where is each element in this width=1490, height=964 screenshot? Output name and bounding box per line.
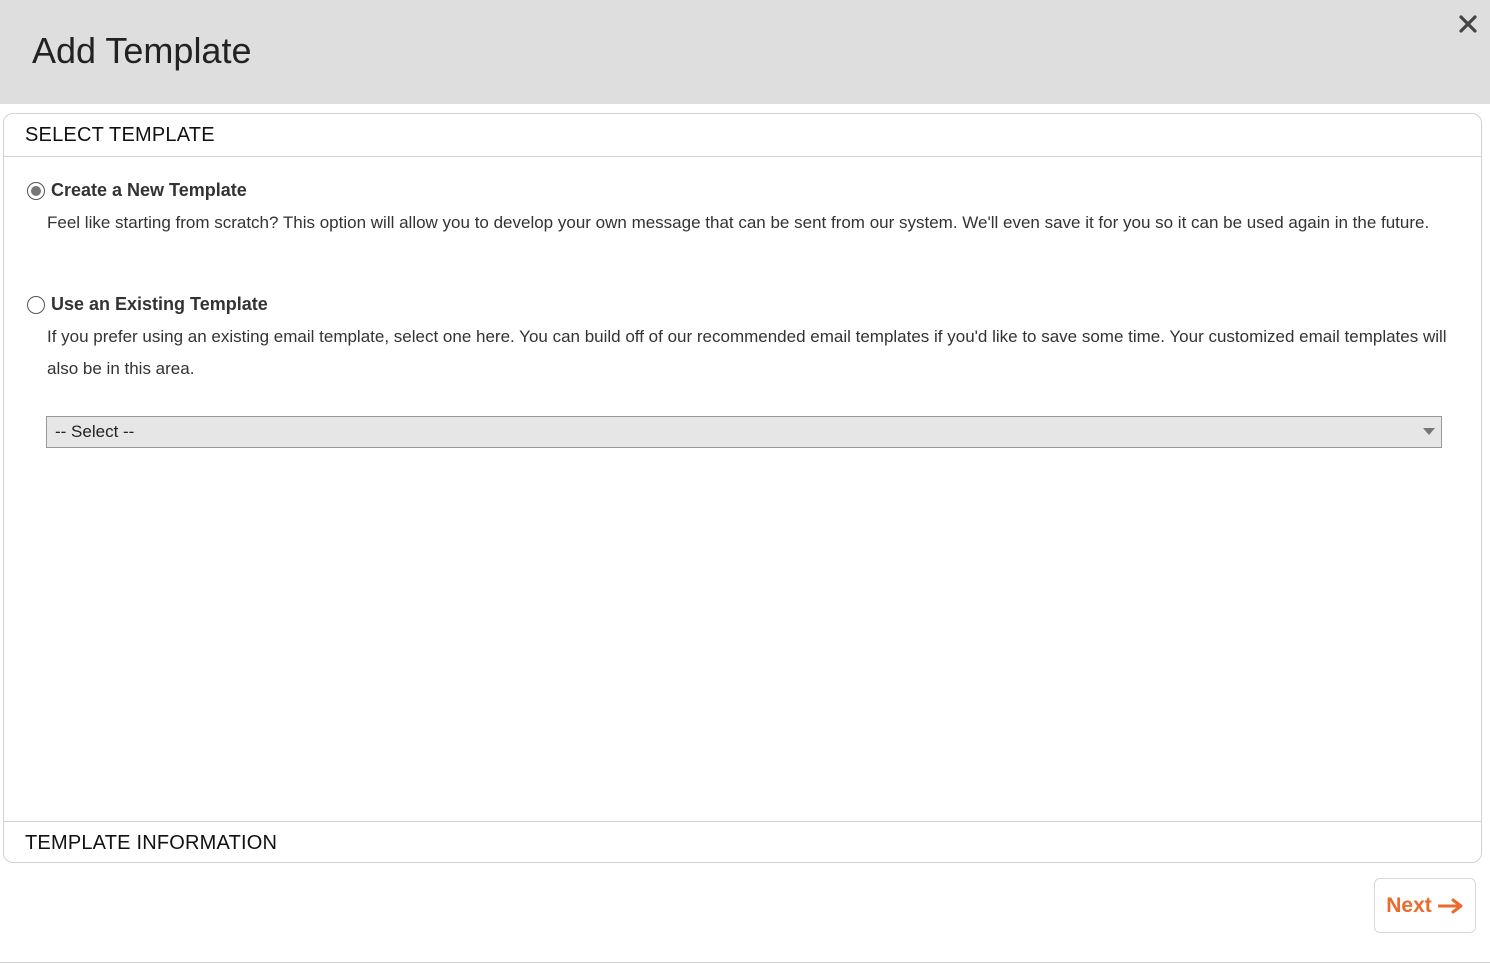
radio-use-existing[interactable] <box>27 295 45 314</box>
template-panel: SELECT TEMPLATE Create a New Template Fe… <box>3 113 1482 863</box>
template-select[interactable]: -- Select -- <box>46 416 1442 448</box>
option-use-existing-description: If you prefer using an existing email te… <box>47 327 1447 378</box>
modal-title: Add Template <box>32 30 252 71</box>
section-select-template[interactable]: SELECT TEMPLATE <box>4 114 1481 157</box>
close-button[interactable] <box>1454 10 1482 38</box>
chevron-down-icon <box>1423 428 1435 435</box>
option-use-existing: Use an Existing Template If you prefer u… <box>27 294 1467 385</box>
footer-divider <box>0 962 1490 963</box>
next-button[interactable]: Next <box>1374 878 1476 933</box>
radio-selected-dot <box>31 185 41 196</box>
next-button-label: Next <box>1386 893 1432 917</box>
modal-header: Add Template <box>0 0 1490 104</box>
radio-create-new[interactable] <box>27 181 45 200</box>
section-template-information[interactable]: TEMPLATE INFORMATION <box>4 821 1481 864</box>
option-create-new-description: Feel like starting from scratch? This op… <box>47 213 1430 232</box>
option-create-new: Create a New Template Feel like starting… <box>27 180 1467 239</box>
arrow-right-icon <box>1437 898 1463 913</box>
option-use-existing-label[interactable]: Use an Existing Template <box>51 294 268 315</box>
template-select-value: -- Select -- <box>55 422 135 441</box>
close-icon <box>1459 15 1477 33</box>
option-create-new-label[interactable]: Create a New Template <box>51 180 247 201</box>
